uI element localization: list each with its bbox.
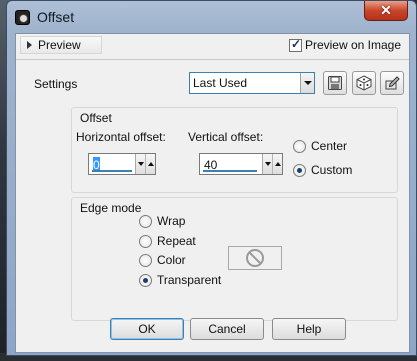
divider <box>16 59 409 60</box>
decrement-arrow-icon[interactable] <box>136 154 146 174</box>
expand-triangle-icon <box>27 41 32 49</box>
edge-mode-group: Edge mode Wrap Repeat Color Transparent <box>71 197 398 321</box>
color-swatch-button[interactable] <box>228 246 282 270</box>
radio-repeat-label: Repeat <box>157 234 196 248</box>
radio-custom-label: Custom <box>311 163 353 177</box>
no-symbol-icon <box>246 249 264 267</box>
horizontal-offset-spinner[interactable]: 0 <box>88 153 156 175</box>
randomize-button[interactable] <box>352 71 376 95</box>
ok-button[interactable]: OK <box>110 318 184 340</box>
preview-on-image-label: Preview on Image <box>304 38 401 52</box>
radio-center[interactable]: Center <box>293 139 347 153</box>
chevron-down-icon[interactable] <box>300 73 314 93</box>
preview-toolbar: Preview ✓ Preview on Image <box>16 34 409 56</box>
horizontal-offset-label: Horizontal offset: <box>76 130 166 144</box>
dice-icon <box>356 75 372 91</box>
offset-group: Offset Horizontal offset: 0 Vertical off… <box>71 107 398 193</box>
radio-dot[interactable] <box>293 139 306 153</box>
spinner-arrows[interactable] <box>262 154 282 174</box>
increment-arrow-icon[interactable] <box>145 154 155 174</box>
radio-transparent-label: Transparent <box>157 273 222 287</box>
checkbox-box[interactable]: ✓ <box>288 36 302 52</box>
radio-dot-selected[interactable] <box>139 273 152 287</box>
radio-color[interactable]: Color <box>139 253 186 267</box>
preview-on-image-checkbox[interactable]: ✓ Preview on Image <box>288 36 401 52</box>
settings-dropdown[interactable]: Last Used <box>189 72 315 94</box>
edge-mode-group-label: Edge mode <box>80 201 142 215</box>
vertical-offset-spinner[interactable]: 40 <box>199 153 283 175</box>
preview-label: Preview <box>38 38 81 52</box>
camera-icon <box>15 10 30 25</box>
decrement-arrow-icon[interactable] <box>263 154 273 174</box>
input-underline <box>92 170 132 172</box>
preview-toggle-button[interactable]: Preview <box>20 36 102 54</box>
vertical-offset-label: Vertical offset: <box>188 130 264 144</box>
radio-wrap[interactable]: Wrap <box>139 214 185 228</box>
settings-row: Settings Last Used <box>16 67 409 99</box>
radio-custom[interactable]: Custom <box>293 163 352 177</box>
preset-manager-button[interactable] <box>380 71 404 95</box>
settings-dropdown-value: Last Used <box>193 76 248 90</box>
radio-color-label: Color <box>157 253 186 267</box>
save-preset-button[interactable] <box>323 71 347 95</box>
spinner-arrows[interactable] <box>135 154 155 174</box>
radio-dot[interactable] <box>139 253 152 267</box>
cancel-button[interactable]: Cancel <box>190 318 264 340</box>
radio-repeat[interactable]: Repeat <box>139 234 196 248</box>
help-button[interactable]: Help <box>272 318 346 340</box>
offset-group-label: Offset <box>80 111 112 125</box>
dialog-body: Preview ✓ Preview on Image Settings Last… <box>15 33 410 353</box>
radio-dot-selected[interactable] <box>293 163 306 177</box>
increment-arrow-icon[interactable] <box>272 154 282 174</box>
radio-dot[interactable] <box>139 214 152 228</box>
preset-manager-icon <box>385 76 400 90</box>
radio-center-label: Center <box>311 139 348 153</box>
input-underline <box>203 170 257 172</box>
window-title: Offset <box>37 9 75 25</box>
title-bar[interactable]: Offset ✕ <box>7 1 416 33</box>
radio-wrap-label: Wrap <box>157 214 186 228</box>
radio-dot[interactable] <box>139 234 152 248</box>
radio-transparent[interactable]: Transparent <box>139 273 221 287</box>
settings-label: Settings <box>34 77 78 91</box>
checkmark-icon: ✓ <box>290 36 302 51</box>
close-button[interactable]: ✕ <box>364 1 408 21</box>
save-icon <box>328 76 342 90</box>
offset-dialog: Offset ✕ Preview ✓ Preview on Image Sett… <box>6 0 417 356</box>
